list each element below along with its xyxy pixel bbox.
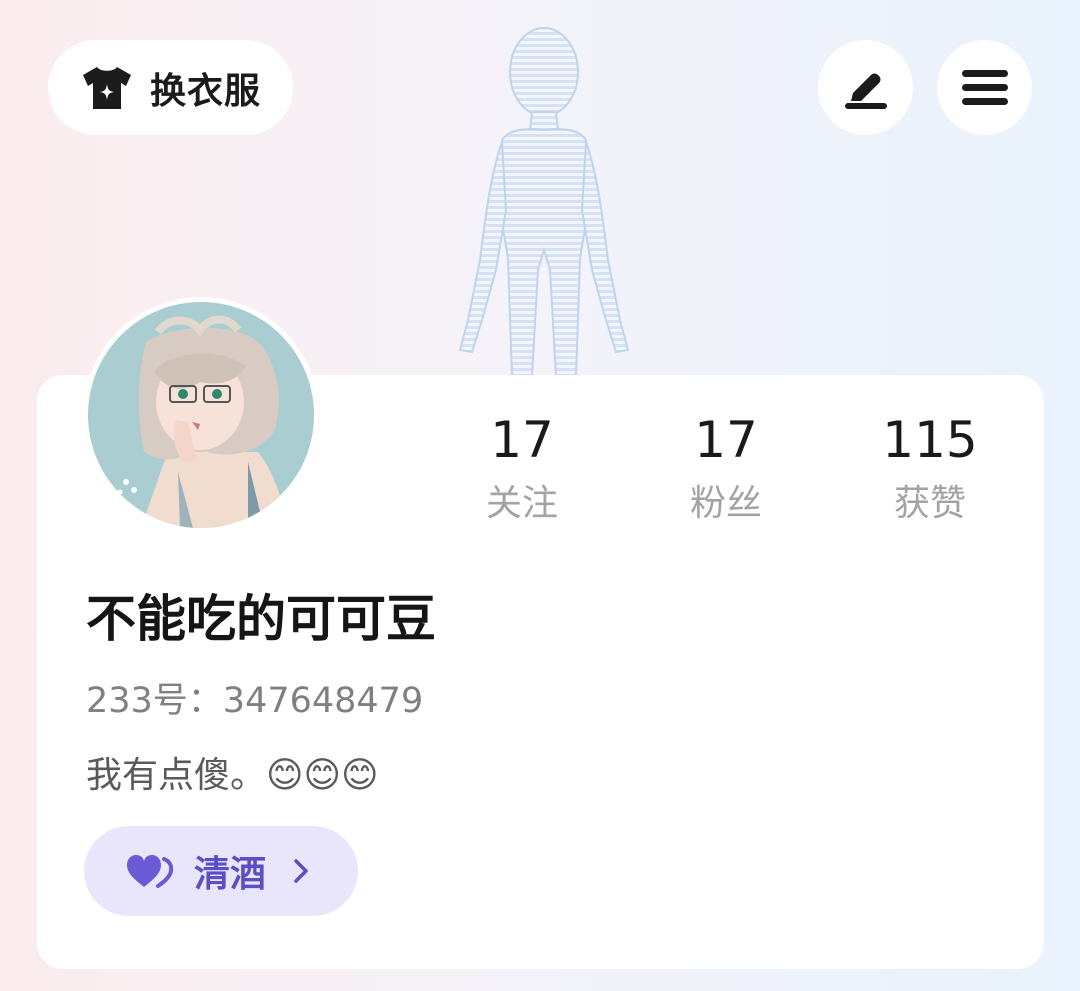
following-count: 17	[490, 411, 554, 469]
followers-count: 17	[694, 411, 758, 469]
edit-profile-button[interactable]	[818, 40, 913, 135]
change-outfit-button[interactable]: 换衣服	[48, 40, 293, 135]
avatar[interactable]	[83, 297, 319, 533]
hamburger-menu-icon	[961, 69, 1008, 105]
following-label: 关注	[485, 483, 558, 524]
likes-count: 115	[882, 411, 978, 469]
user-bio: 我有点傻。😊😊😊	[86, 755, 379, 796]
stat-likes[interactable]: 115 获赞	[830, 410, 1030, 526]
likes-label: 获赞	[893, 483, 966, 524]
change-outfit-label: 换衣服	[150, 70, 262, 112]
tag-label: 清酒	[194, 854, 267, 895]
followers-label: 粉丝	[689, 483, 762, 524]
relationship-tag-button[interactable]: 清酒	[84, 826, 358, 916]
avatar-hologram-figure[interactable]	[440, 20, 650, 380]
tshirt-sparkle-icon	[83, 66, 131, 109]
user-id: 233号：347648479	[86, 681, 424, 721]
menu-button[interactable]	[937, 40, 1032, 135]
username: 不能吃的可可豆	[86, 590, 436, 648]
stat-followers[interactable]: 17 粉丝	[626, 410, 826, 526]
double-heart-icon	[127, 855, 174, 888]
pen-icon	[844, 73, 887, 109]
chevron-right-icon	[294, 859, 308, 883]
stat-following[interactable]: 17 关注	[422, 410, 622, 526]
anime-girl-avatar	[88, 302, 314, 528]
